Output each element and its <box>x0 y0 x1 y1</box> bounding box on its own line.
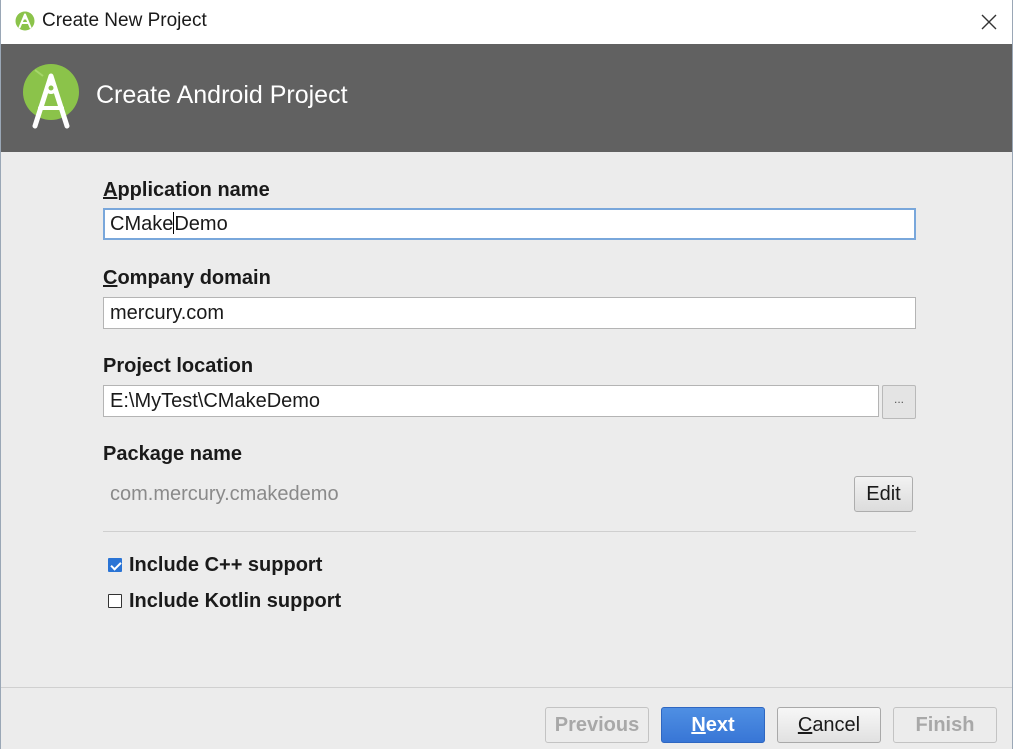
android-studio-logo-icon <box>23 64 79 129</box>
application-name-input[interactable]: CMakeDemo <box>103 208 916 240</box>
create-project-dialog: Create New Project Create Android Projec… <box>0 0 1013 749</box>
include-kotlin-checkbox[interactable] <box>108 594 122 608</box>
next-label-text: ext <box>705 714 735 736</box>
package-name-label: Package name <box>103 443 242 465</box>
finish-button[interactable]: Finish <box>893 707 997 743</box>
footer-divider <box>1 687 1012 688</box>
project-location-input[interactable]: E:\MyTest\CMakeDemo <box>103 385 879 417</box>
previous-button[interactable]: Previous <box>545 707 649 743</box>
application-name-value-start: CMake <box>110 213 174 235</box>
company-domain-value: mercury.com <box>110 302 225 324</box>
header-title: Create Android Project <box>96 81 348 109</box>
application-name-label: Application name <box>103 178 270 202</box>
project-location-label: Project location <box>103 355 254 377</box>
cancel-button[interactable]: Cancel <box>777 707 881 743</box>
package-name-value: com.mercury.cmakedemo <box>110 483 339 505</box>
android-studio-icon <box>15 11 35 31</box>
browse-button[interactable]: ... <box>882 385 916 419</box>
company-domain-label: Company domain <box>103 266 271 290</box>
title-bar: Create New Project <box>1 0 1012 44</box>
edit-package-button[interactable]: Edit <box>854 476 913 512</box>
window-title: Create New Project <box>42 10 207 31</box>
company-domain-label-text: ompany domain <box>117 267 271 289</box>
next-mnemonic: N <box>691 714 706 736</box>
close-icon[interactable] <box>974 7 1004 37</box>
cancel-mnemonic: C <box>797 714 813 736</box>
application-name-label-text: pplication name <box>117 179 270 201</box>
include-cpp-label: Include C++ support <box>129 554 323 576</box>
application-name-value-end: Demo <box>174 213 228 235</box>
next-button[interactable]: Next <box>661 707 765 743</box>
company-domain-mnemonic: C <box>103 267 118 289</box>
include-kotlin-label: Include Kotlin support <box>129 590 342 612</box>
header-banner: Create Android Project <box>1 44 1012 152</box>
include-cpp-checkbox[interactable] <box>108 558 122 572</box>
project-location-value: E:\MyTest\CMakeDemo <box>110 390 321 412</box>
company-domain-input[interactable]: mercury.com <box>103 297 916 329</box>
section-divider <box>103 531 916 532</box>
application-name-mnemonic: A <box>103 179 118 201</box>
cancel-label-text: ancel <box>812 714 861 736</box>
